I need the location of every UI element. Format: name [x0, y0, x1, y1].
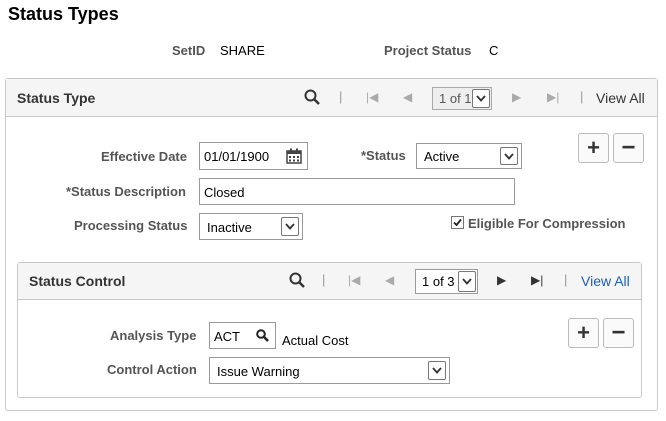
delete-row-button[interactable]: −	[613, 133, 644, 163]
analysis-type-field[interactable]: ACT	[209, 322, 276, 349]
search-icon[interactable]	[289, 272, 305, 288]
previous-page-icon[interactable]: ◀	[385, 273, 394, 287]
control-action-select[interactable]: Issue Warning	[209, 357, 450, 384]
search-icon[interactable]	[304, 89, 320, 105]
project-status-label: Project Status	[384, 43, 472, 58]
chevron-down-icon	[500, 147, 518, 165]
setid-value: SHARE	[220, 43, 265, 58]
control-action-label: Control Action	[107, 362, 197, 377]
status-description-value: Closed	[204, 185, 245, 200]
analysis-type-value: ACT	[214, 329, 240, 344]
add-row-button[interactable]: +	[578, 133, 609, 163]
row-pager-value: 1 of 3	[422, 274, 455, 289]
lookup-icon[interactable]	[256, 329, 269, 342]
first-page-icon[interactable]: |◀	[348, 273, 360, 287]
nav-separator: |	[339, 89, 343, 104]
status-type-panel: Status Type | |◀ ◀ 1 of 1 ▶ ▶| | View Al…	[5, 78, 658, 411]
chevron-down-icon	[458, 271, 476, 292]
status-label: *Status	[361, 148, 406, 163]
status-control-header: Status Control | |◀ ◀ 1 of 3 ▶ ▶| | View…	[18, 263, 641, 300]
status-type-header: Status Type | |◀ ◀ 1 of 1 ▶ ▶| | View Al…	[6, 79, 657, 117]
analysis-type-label: Analysis Type	[110, 328, 197, 343]
chevron-down-icon	[472, 89, 490, 108]
status-select[interactable]: Active	[416, 143, 522, 169]
effective-date-value: 01/01/1900	[204, 149, 270, 164]
calendar-icon[interactable]	[286, 148, 302, 164]
status-description-field[interactable]: Closed	[199, 178, 515, 205]
status-type-title: Status Type	[17, 90, 96, 106]
processing-status-value: Inactive	[207, 220, 252, 235]
checkmark-icon	[453, 218, 462, 227]
row-pager-select[interactable]: 1 of 3	[415, 269, 478, 294]
processing-status-label: Processing Status	[74, 218, 188, 233]
view-all-link[interactable]: View All	[596, 90, 645, 106]
first-page-icon[interactable]: |◀	[366, 90, 378, 104]
nav-separator: |	[322, 272, 326, 287]
last-page-icon[interactable]: ▶|	[547, 90, 559, 104]
delete-row-button[interactable]: −	[603, 318, 634, 348]
status-description-label: *Status Description	[66, 184, 186, 199]
previous-page-icon[interactable]: ◀	[403, 90, 412, 104]
effective-date-label: Effective Date	[101, 149, 187, 164]
add-row-button[interactable]: +	[568, 318, 599, 348]
next-page-icon[interactable]: ▶	[497, 273, 506, 287]
status-control-title: Status Control	[29, 273, 126, 289]
status-control-panel: Status Control | |◀ ◀ 1 of 3 ▶ ▶| | View…	[17, 262, 642, 398]
nav-separator: |	[564, 272, 568, 287]
analysis-type-description: Actual Cost	[282, 333, 349, 348]
project-status-value: C	[489, 43, 499, 58]
nav-separator: |	[580, 89, 584, 104]
status-value: Active	[424, 149, 460, 164]
next-page-icon[interactable]: ▶	[512, 90, 521, 104]
eligible-for-compression-checkbox[interactable]	[451, 216, 464, 229]
effective-date-field[interactable]: 01/01/1900	[199, 142, 308, 170]
processing-status-select[interactable]: Inactive	[199, 213, 303, 240]
last-page-icon[interactable]: ▶|	[531, 273, 543, 287]
row-pager-value: 1 of 1	[439, 91, 472, 106]
control-action-value: Issue Warning	[217, 364, 300, 379]
setid-label: SetID	[172, 43, 206, 58]
chevron-down-icon	[428, 361, 446, 380]
eligible-for-compression-label: Eligible For Compression	[468, 216, 626, 231]
view-all-link[interactable]: View All	[581, 273, 630, 289]
page-title: Status Types	[8, 4, 119, 24]
chevron-down-icon	[281, 217, 299, 236]
row-pager-select[interactable]: 1 of 1	[432, 87, 492, 110]
